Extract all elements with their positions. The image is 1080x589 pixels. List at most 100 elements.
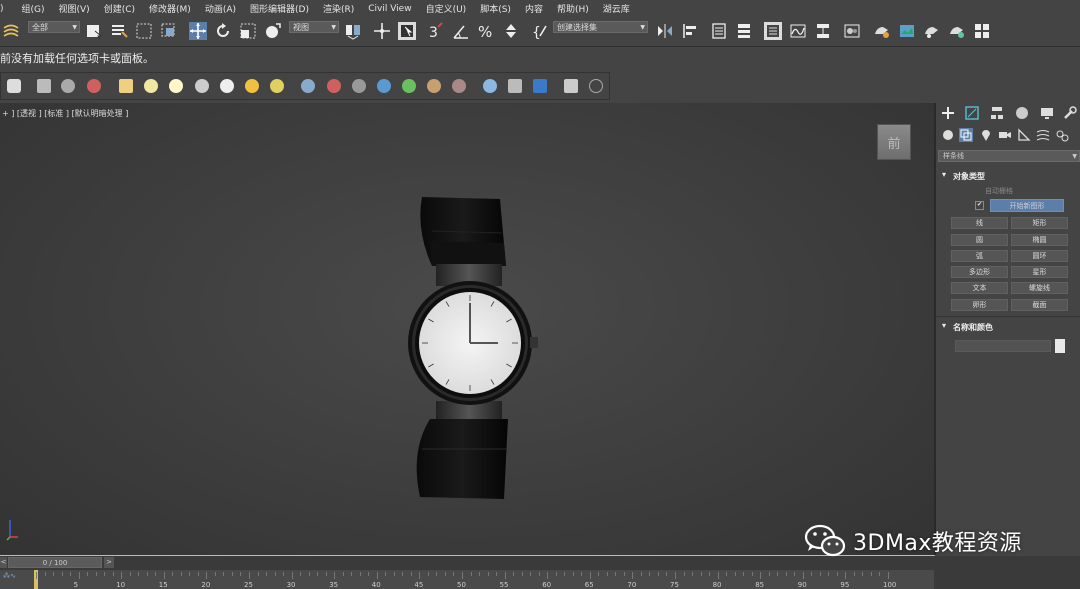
cone-icon[interactable]	[220, 79, 234, 93]
select-and-move-icon[interactable]	[189, 22, 207, 40]
material-ball-icon[interactable]	[483, 79, 497, 93]
next-frame-icon[interactable]: >	[104, 557, 114, 568]
curve-editor-mini-icon[interactable]: ⁂∿	[3, 572, 16, 580]
keyboard-shortcut-override-icon[interactable]	[398, 22, 416, 40]
hand-icon[interactable]	[427, 79, 441, 93]
utilities-icon[interactable]	[564, 79, 578, 93]
shape-category-dropdown[interactable]: 样条线 ▼	[938, 150, 1080, 162]
render-production-icon[interactable]	[923, 22, 941, 40]
render-setup-icon[interactable]	[873, 22, 891, 40]
shapes-icon[interactable]	[959, 128, 973, 142]
create-tab-icon[interactable]	[941, 106, 955, 120]
menu-scripting[interactable]: 脚本(S)	[480, 2, 511, 15]
menu-graph-editors[interactable]: 图形编辑器(D)	[250, 2, 309, 15]
bind-space-warp-icon[interactable]	[2, 22, 20, 40]
perspective-viewport[interactable]: + ] [透视 ] [标准 ] [默认明暗处理 ] 前	[0, 103, 936, 556]
particle-icon[interactable]	[301, 79, 315, 93]
paint-icon[interactable]	[327, 79, 341, 93]
a360-gallery-icon[interactable]	[973, 22, 991, 40]
plane-icon[interactable]	[119, 79, 133, 93]
place-icon[interactable]	[264, 22, 282, 40]
menu-edge[interactable]: )	[0, 4, 4, 14]
object-type-header[interactable]: 对象类型	[953, 171, 985, 182]
hierarchy-tab-icon[interactable]	[990, 106, 1004, 120]
menu-civil-view[interactable]: Civil View	[368, 4, 411, 14]
arc-button[interactable]: 弧	[951, 250, 1008, 262]
menu-cloud-library[interactable]: 湖云库	[603, 2, 630, 15]
layer-explorer-icon[interactable]	[710, 22, 728, 40]
curve-editor-icon[interactable]	[789, 22, 807, 40]
systems-tab-icon[interactable]	[1055, 128, 1069, 142]
plant-icon[interactable]	[402, 79, 416, 93]
selection-filter-dropdown[interactable]: 全部	[28, 21, 80, 34]
object-color-swatch[interactable]	[1055, 339, 1065, 353]
donut-button[interactable]: 圆环	[1011, 250, 1068, 262]
render-in-cloud-icon[interactable]	[948, 22, 966, 40]
select-and-manipulate-icon[interactable]	[373, 22, 391, 40]
start-new-shape-button[interactable]: 开始新图形	[990, 199, 1064, 212]
rectangle-button[interactable]: 矩形	[1011, 217, 1068, 229]
helpers-tab-icon[interactable]	[1017, 128, 1031, 142]
toggle-ribbon-icon[interactable]	[735, 22, 753, 40]
globe-icon[interactable]	[377, 79, 391, 93]
creature-icon[interactable]	[452, 79, 466, 93]
ngon-button[interactable]: 多边形	[951, 266, 1008, 278]
auto-grid-label[interactable]: 自动栅格	[985, 186, 1013, 196]
align-icon[interactable]	[681, 22, 699, 40]
lights-icon[interactable]	[979, 128, 993, 142]
circle-button[interactable]: 圆	[951, 234, 1008, 246]
space-warps-icon[interactable]	[61, 79, 75, 93]
start-new-shape-checkbox[interactable]: ✔	[975, 201, 984, 210]
object-name-field[interactable]	[955, 340, 1051, 352]
viewcube[interactable]: 前	[878, 125, 910, 159]
render-region-icon[interactable]	[508, 79, 522, 93]
reference-coordinate-dropdown[interactable]: 视图	[289, 21, 339, 34]
named-selection-set-dropdown[interactable]: 创建选择集	[553, 21, 648, 34]
text-button[interactable]: 文本	[951, 282, 1008, 294]
rectangular-selection-icon[interactable]	[135, 22, 153, 40]
space-warps-tab-icon[interactable]	[1036, 128, 1050, 142]
schematic-view-icon[interactable]	[814, 22, 832, 40]
collapse-arrow-icon[interactable]: ▾	[942, 321, 946, 330]
watch-model[interactable]	[400, 191, 545, 503]
menu-modifiers[interactable]: 修改器(M)	[149, 2, 191, 15]
sky-icon[interactable]	[270, 79, 284, 93]
select-and-scale-icon[interactable]	[239, 22, 257, 40]
edit-named-selection-icon[interactable]: {	[531, 22, 549, 40]
display-tab-icon[interactable]	[1040, 106, 1054, 120]
egg-button[interactable]: 卵形	[951, 299, 1008, 311]
percent-snap-icon[interactable]: %	[477, 22, 495, 40]
select-by-name-icon[interactable]	[110, 22, 128, 40]
window-crossing-icon[interactable]	[160, 22, 178, 40]
menu-customize[interactable]: 自定义(U)	[426, 2, 467, 15]
material-editor-icon[interactable]	[843, 22, 861, 40]
compass-icon[interactable]	[352, 79, 366, 93]
lights-cameras-icon[interactable]	[7, 79, 21, 93]
help-icon[interactable]	[589, 79, 603, 93]
bowl-icon[interactable]	[195, 79, 209, 93]
snaps-toggle-icon[interactable]: 3	[427, 22, 445, 40]
track-bar[interactable]: ⁂∿ 5 10 15 20 25 30 35 40 45 50 55 60 65 70 75 80 85 90 95…	[0, 570, 934, 589]
menu-views[interactable]: 视图(V)	[59, 2, 90, 15]
motion-tab-icon[interactable]	[1015, 106, 1029, 120]
display-panel-icon[interactable]	[533, 79, 547, 93]
sun-icon[interactable]	[245, 79, 259, 93]
collapse-arrow-icon[interactable]: ▾	[942, 170, 946, 179]
systems-icon[interactable]	[87, 79, 101, 93]
scene-explorer-icon[interactable]	[764, 22, 782, 40]
hemisphere-icon[interactable]	[144, 79, 158, 93]
angle-snap-icon[interactable]	[452, 22, 470, 40]
viewport-label[interactable]: + ] [透视 ] [标准 ] [默认明暗处理 ]	[2, 108, 128, 119]
select-and-rotate-icon[interactable]	[214, 22, 232, 40]
prev-frame-icon[interactable]: <	[0, 557, 7, 568]
menu-create[interactable]: 创建(C)	[104, 2, 135, 15]
sphere-light-icon[interactable]	[169, 79, 183, 93]
mirror-icon[interactable]	[656, 22, 674, 40]
modify-tab-icon[interactable]	[965, 106, 979, 120]
line-button[interactable]: 线	[951, 217, 1008, 229]
ellipse-button[interactable]: 椭圆	[1011, 234, 1068, 246]
section-button[interactable]: 截面	[1011, 299, 1068, 311]
menu-rendering[interactable]: 渲染(R)	[323, 2, 354, 15]
menu-group[interactable]: 组(G)	[22, 2, 45, 15]
utilities-tab-icon[interactable]	[1063, 106, 1077, 120]
